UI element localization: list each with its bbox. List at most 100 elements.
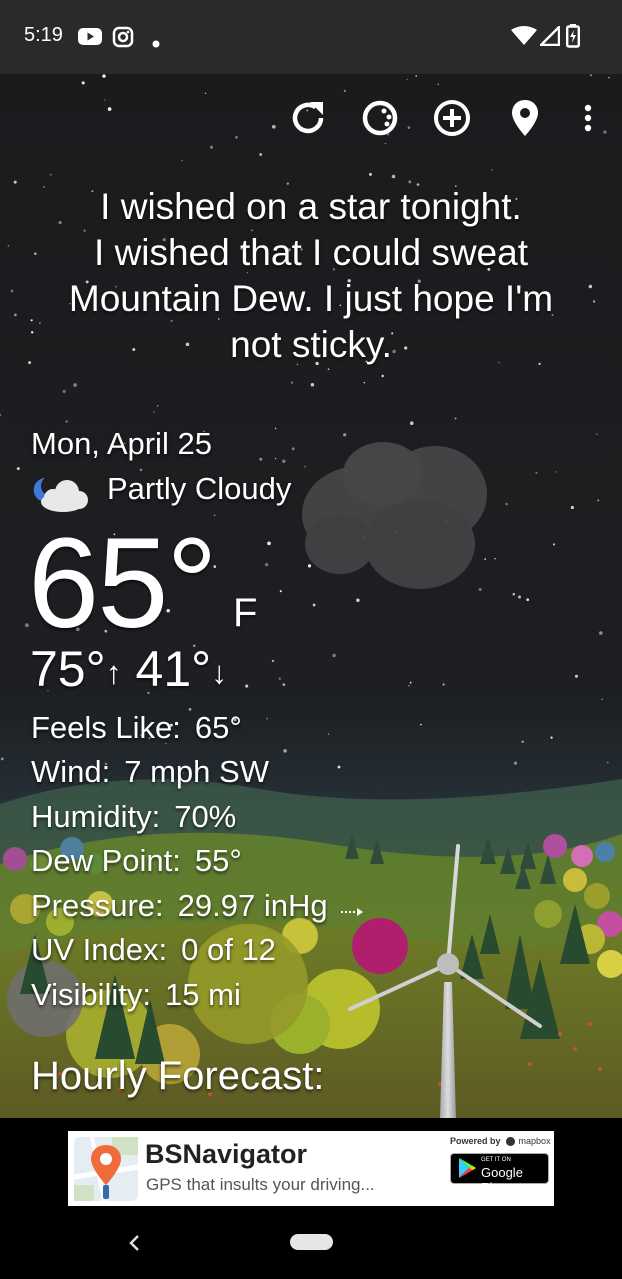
hourly-forecast-heading: Hourly Forecast: (31, 1054, 325, 1098)
dew-point-row: Dew Point: 55° (31, 843, 242, 879)
star (259, 457, 263, 461)
detail-value: 55° (194, 843, 242, 878)
star (282, 459, 286, 464)
detail-label: Pressure: (31, 888, 164, 923)
map-pin-app-icon (74, 1137, 138, 1201)
star (210, 145, 213, 149)
play-badge-large-text: Google Play (481, 1165, 523, 1195)
star (307, 564, 312, 568)
quote-line: I wished on a star tonight. (100, 186, 522, 227)
star (337, 765, 341, 769)
star (259, 153, 263, 156)
detail-value: 65° (194, 710, 242, 745)
battery-charging-icon (566, 24, 581, 52)
add-location-button[interactable] (430, 96, 474, 140)
star (275, 427, 277, 430)
star (14, 313, 17, 317)
star (245, 684, 249, 688)
forecast-date: Mon, April 25 (31, 426, 212, 461)
high-low-temperature: 75°↑ 41°↓ (30, 640, 227, 698)
star (282, 683, 286, 686)
star (65, 420, 68, 423)
pressure-row: Pressure: 29.97 inHg (31, 888, 364, 926)
more-vert-icon (584, 104, 592, 132)
star (606, 761, 609, 764)
visibility-row: Visibility: 15 mi (31, 977, 241, 1013)
phone-screen: 5:19 I wished on a star tonight. I wishe… (0, 0, 622, 1279)
star (50, 173, 52, 176)
star (104, 99, 106, 101)
star (107, 107, 112, 111)
star (343, 89, 346, 92)
star (265, 563, 269, 567)
location-button[interactable] (503, 96, 547, 140)
add-icon (434, 100, 470, 136)
star (332, 653, 336, 658)
star (409, 681, 412, 684)
star (415, 75, 418, 77)
star (290, 381, 293, 384)
weather-scene: I wished on a star tonight. I wished tha… (0, 74, 622, 1118)
detail-label: Visibility: (31, 977, 152, 1012)
star (518, 595, 521, 599)
star (327, 733, 330, 735)
google-play-badge[interactable]: GET IT ON Google Play (450, 1153, 549, 1195)
star (598, 631, 603, 635)
ad-banner[interactable]: BSNavigator GPS that insults your drivin… (68, 1131, 554, 1206)
star (274, 457, 277, 460)
theme-icon (362, 100, 398, 136)
star (356, 598, 360, 603)
star (391, 174, 396, 179)
star (490, 168, 493, 171)
mapbox-brand-text: mapbox (518, 1136, 551, 1146)
star (73, 383, 77, 387)
humidity-row: Humidity: 70% (31, 799, 236, 835)
status-bar: 5:19 (0, 0, 622, 74)
star (478, 588, 482, 591)
play-badge-small-text: GET IT ON (481, 1157, 511, 1163)
powered-by-text: Powered by (450, 1136, 501, 1146)
more-options-button[interactable] (566, 96, 610, 140)
detail-label: Humidity: (31, 799, 161, 834)
star (408, 180, 412, 184)
quote-line: Mountain Dew. I just hope I'm (68, 278, 554, 319)
star (267, 541, 271, 546)
theme-button[interactable] (358, 96, 402, 140)
star (552, 543, 556, 546)
star (484, 558, 487, 560)
star (574, 674, 579, 678)
star (13, 180, 17, 184)
ad-powered-by: Powered by mapbox (450, 1136, 551, 1147)
star (410, 421, 414, 425)
current-temperature: 65° (28, 512, 218, 655)
star (381, 374, 384, 378)
quote-line: not sticky. (230, 324, 392, 365)
refresh-icon (292, 102, 324, 134)
arrow-right-dotted-icon (340, 890, 364, 926)
uv-index-row: UV Index: 0 of 12 (31, 932, 276, 968)
star (283, 749, 287, 753)
star (570, 505, 575, 510)
star (0, 757, 4, 761)
back-button[interactable] (122, 1228, 148, 1258)
star (266, 717, 268, 720)
star (408, 684, 410, 687)
youtube-icon (78, 26, 102, 50)
detail-value: 15 mi (165, 977, 241, 1012)
wifi-icon (511, 26, 537, 50)
star (204, 92, 207, 94)
ad-title: BSNavigator (145, 1139, 308, 1169)
refresh-button[interactable] (286, 96, 330, 140)
detail-label: Wind: (31, 754, 111, 789)
star (369, 172, 372, 176)
star (601, 698, 604, 701)
home-pill-button[interactable] (290, 1234, 333, 1250)
ad-subtitle: GPS that insults your driving... (146, 1175, 375, 1194)
detail-label: Dew Point: (31, 843, 181, 878)
detail-value: 70% (174, 799, 237, 834)
detail-label: Feels Like: (31, 710, 181, 745)
star (406, 78, 408, 81)
dot-icon (152, 33, 160, 52)
high-arrow-icon: ↑ (105, 654, 122, 691)
star (156, 405, 159, 407)
